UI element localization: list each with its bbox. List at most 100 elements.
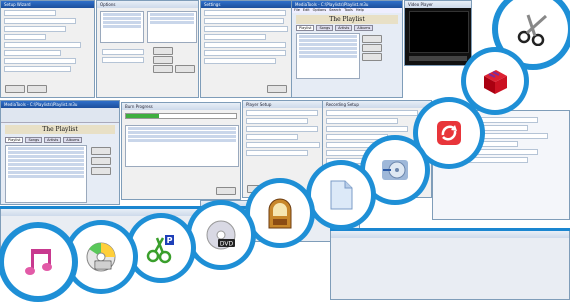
tab-playlist[interactable]: Playlist: [296, 25, 315, 31]
scissors-p-icon: P: [146, 235, 174, 264]
option-button[interactable]: [153, 47, 173, 55]
menu-item[interactable]: Options: [313, 8, 327, 13]
disc-arrow-icon: [382, 160, 408, 180]
window-titlebar: MediaTools - C:\Playlists\Playlist.m3u: [292, 1, 402, 8]
screenshot-options: Options: [96, 0, 199, 98]
field: [326, 118, 398, 124]
screenshot-setup-wizard: Setup Wizard: [0, 0, 95, 98]
option-button[interactable]: [175, 65, 195, 73]
log-list: [125, 125, 239, 167]
field: [246, 110, 318, 116]
video-area[interactable]: [409, 11, 469, 53]
tab-artists[interactable]: Artists: [335, 25, 353, 31]
tab-strip: Playlist Songs Artists Albums: [296, 25, 374, 31]
menu-item[interactable]: Search: [329, 8, 341, 13]
field: [204, 26, 288, 32]
menu-item[interactable]: File: [294, 8, 300, 13]
options-list[interactable]: [147, 11, 197, 43]
tab-strip: Playlist Songs Artists Albums: [5, 137, 83, 143]
field: [204, 18, 284, 24]
red-cube-icon: [484, 70, 507, 94]
screenshot-bottom-3: [330, 230, 570, 300]
circle-dvd[interactable]: DVD: [186, 200, 256, 270]
window-titlebar: Video Player: [405, 1, 471, 8]
field: [204, 50, 286, 56]
seek-bar[interactable]: [409, 56, 467, 61]
tab-songs[interactable]: Songs: [316, 25, 334, 31]
playlist-tracks[interactable]: [5, 145, 87, 203]
dvd-disc-icon: DVD: [206, 220, 236, 250]
field: [204, 42, 286, 48]
blank-document-icon: [330, 180, 353, 210]
field: [4, 10, 56, 16]
screenshot-settings: Settings: [200, 0, 292, 98]
red-refresh-icon: [437, 121, 461, 145]
field: [246, 142, 320, 148]
playlist-heading: The Playlist: [5, 125, 115, 134]
scissors-icon: [517, 14, 548, 46]
screenshot-media-playlist: MediaTools - C:\Playlists\Playlist.m3u F…: [291, 0, 403, 98]
dvd-label: DVD: [220, 241, 234, 248]
add-button[interactable]: [362, 35, 382, 43]
options-list[interactable]: [100, 11, 144, 43]
field: [326, 126, 408, 132]
field: [246, 150, 308, 156]
window-titlebar: Settings: [201, 1, 291, 8]
toolbar: [1, 108, 119, 123]
tab-artists[interactable]: Artists: [44, 137, 62, 143]
jukebox-icon: [268, 198, 292, 229]
window-titlebar: Options: [97, 1, 198, 8]
tab-albums[interactable]: Albums: [354, 25, 374, 31]
field: [326, 110, 418, 116]
tab-playlist[interactable]: Playlist: [5, 137, 24, 143]
menu-item[interactable]: Edit: [303, 8, 310, 13]
field: [4, 34, 46, 40]
field: [4, 18, 76, 24]
tab-songs[interactable]: Songs: [25, 137, 43, 143]
field: [246, 118, 308, 124]
play-button[interactable]: [91, 167, 111, 175]
field: [4, 66, 71, 72]
window-titlebar: Burn Progress: [122, 103, 240, 110]
progress-bar: [125, 113, 237, 119]
move-button[interactable]: [362, 53, 382, 61]
field: [246, 126, 318, 132]
accent-strip: [330, 228, 570, 231]
screenshot-playlist-editor: MediaTools - C:\Playlists\Playlist.m3u T…: [0, 100, 120, 205]
next-button[interactable]: [27, 85, 47, 93]
window-titlebar: Recording Setup: [323, 101, 431, 108]
cancel-button[interactable]: [216, 187, 236, 195]
option-button[interactable]: [153, 56, 173, 64]
playlist-tracks[interactable]: [296, 33, 360, 79]
remove-button[interactable]: [362, 44, 382, 52]
circle-blank-document[interactable]: [306, 160, 376, 230]
add-button[interactable]: [91, 147, 111, 155]
menu-bar: File Edit Options Search Tools Help: [292, 8, 402, 13]
screenshot-video-player: Video Player: [404, 0, 472, 66]
option-button[interactable]: [153, 65, 173, 73]
menu-item[interactable]: Tools: [344, 8, 353, 13]
field: [4, 42, 81, 48]
menu-item[interactable]: Help: [356, 8, 364, 13]
field: [102, 57, 144, 63]
field: [4, 26, 66, 32]
playlist-heading: The Playlist: [296, 15, 398, 24]
window-titlebar: MediaTools - C:\Playlists\Playlist.m3u: [1, 101, 119, 108]
cd-rainbow-icon: [86, 242, 116, 272]
window-titlebar: [331, 231, 569, 238]
tab-albums[interactable]: Albums: [63, 137, 83, 143]
p-letter: P: [167, 236, 173, 245]
screenshot-burn-progress: Burn Progress: [121, 102, 241, 200]
field: [246, 134, 298, 140]
pink-music-icon: [25, 249, 52, 275]
remove-button[interactable]: [91, 157, 111, 165]
window-titlebar: Setup Wizard: [1, 1, 94, 8]
window-titlebar: Player Setup: [243, 101, 327, 108]
circle-pink-music[interactable]: [0, 222, 78, 302]
field: [4, 58, 76, 64]
field: [204, 10, 286, 16]
field: [204, 58, 276, 64]
ok-button[interactable]: [267, 85, 287, 93]
field: [102, 49, 144, 55]
back-button[interactable]: [5, 85, 25, 93]
